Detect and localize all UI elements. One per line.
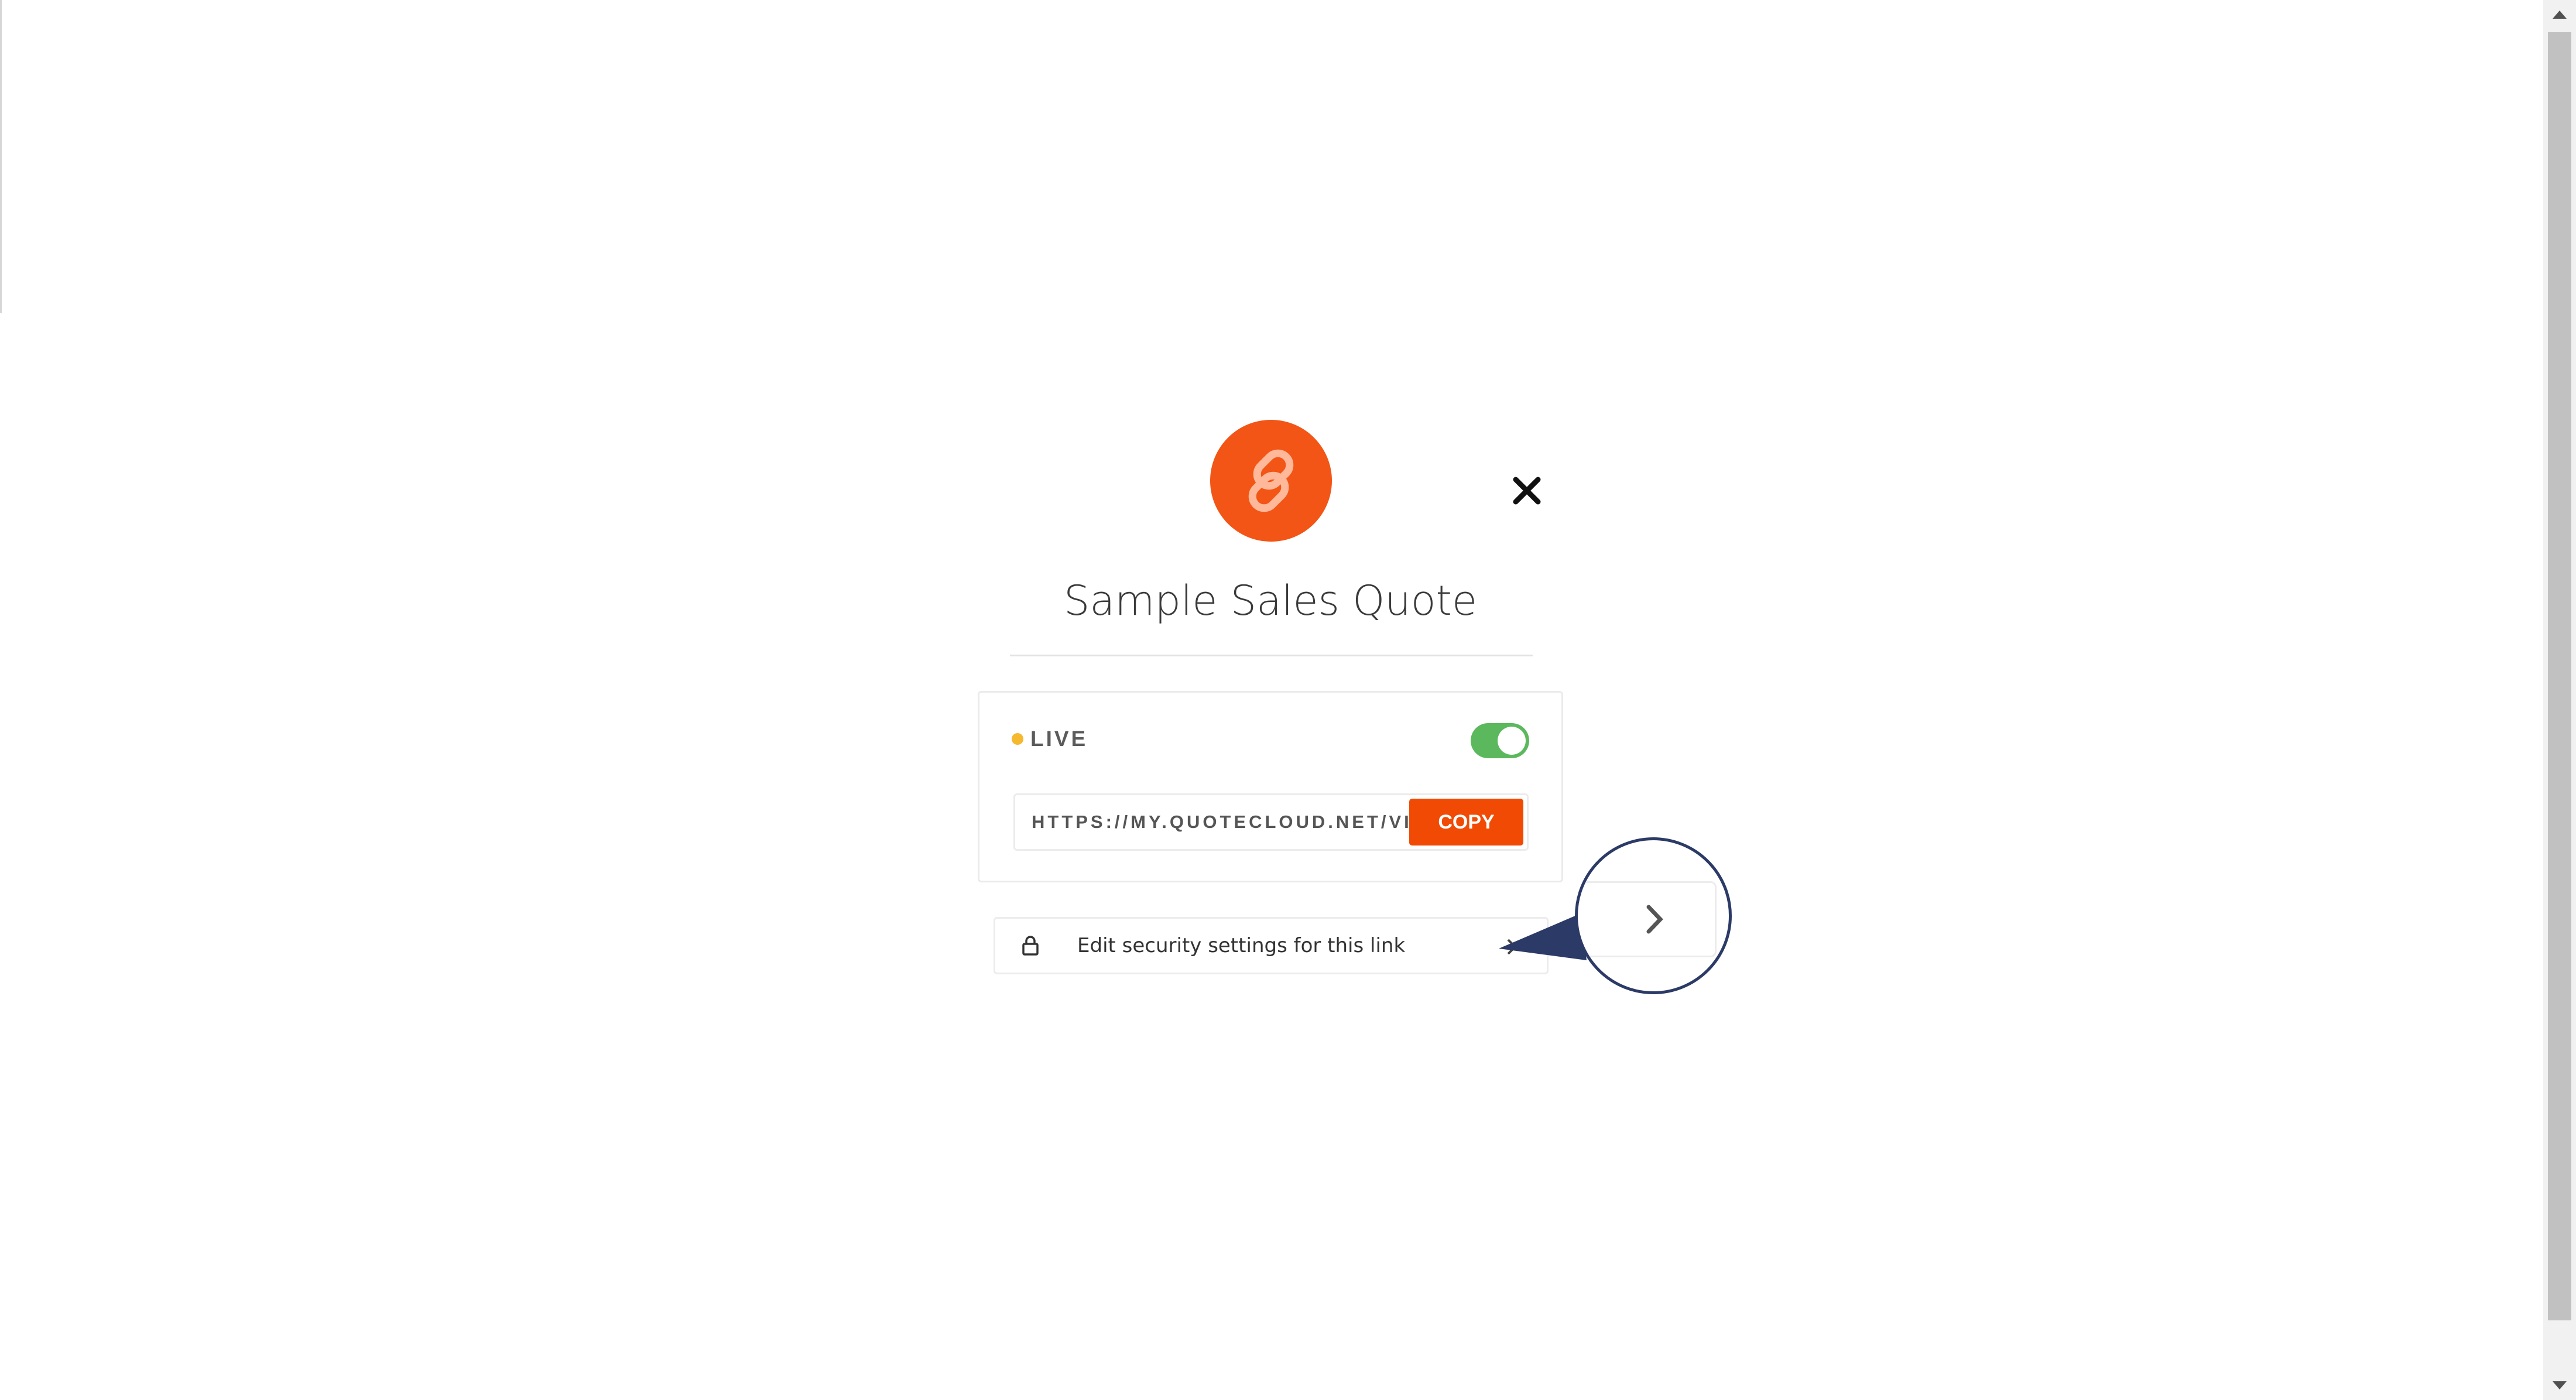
title-divider	[1010, 655, 1533, 656]
security-settings-label: Edit security settings for this link	[1077, 934, 1406, 957]
close-icon	[1513, 477, 1541, 505]
left-border	[0, 0, 2, 313]
scroll-thumb[interactable]	[2548, 32, 2571, 1320]
toggle-knob	[1498, 727, 1526, 755]
status-label: LIVE	[1030, 727, 1088, 751]
page: Sample Sales Quote LIVE HTTPS://MY.QUOTE…	[0, 0, 2576, 1400]
edit-security-settings-link[interactable]: Edit security settings for this link	[994, 917, 1549, 974]
link-icon	[1248, 449, 1294, 512]
share-url-field[interactable]: HTTPS://MY.QUOTECLOUD.NET/VIE... COPY	[1013, 793, 1529, 851]
share-link-card: LIVE HTTPS://MY.QUOTECLOUD.NET/VIE... CO…	[978, 691, 1563, 882]
link-logo	[1210, 420, 1332, 542]
vertical-scrollbar[interactable]	[2543, 0, 2576, 1400]
close-button[interactable]	[1499, 463, 1555, 519]
scroll-down-arrow-icon[interactable]	[2543, 1371, 2576, 1400]
magnifier-callout	[1575, 837, 1732, 994]
status-dot-icon	[1012, 733, 1023, 745]
magnified-chevron-right-icon	[1646, 905, 1663, 934]
status-row: LIVE	[1012, 727, 1088, 751]
share-url-text: HTTPS://MY.QUOTECLOUD.NET/VIE...	[1032, 812, 1409, 832]
scroll-up-arrow-icon[interactable]	[2543, 0, 2576, 29]
page-title: Sample Sales Quote	[1063, 577, 1478, 625]
lock-icon	[1019, 933, 1042, 959]
copy-button[interactable]: COPY	[1409, 799, 1523, 846]
live-toggle[interactable]	[1471, 723, 1529, 758]
